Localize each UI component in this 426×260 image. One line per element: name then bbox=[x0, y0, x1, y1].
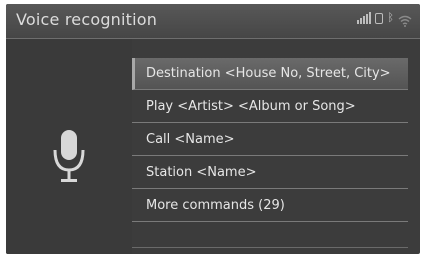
command-item-more-commands[interactable]: More commands (29) bbox=[132, 190, 408, 222]
command-label: Call <Name> bbox=[146, 132, 235, 147]
header-bar: Voice recognition ᛒ bbox=[6, 4, 420, 39]
command-item-destination[interactable]: Destination <House No, Street, City> bbox=[132, 58, 408, 90]
command-item-call[interactable]: Call <Name> bbox=[132, 124, 408, 156]
phone-battery-icon bbox=[375, 13, 384, 24]
voice-recognition-screen: Voice recognition ᛒ Destination <House N… bbox=[6, 4, 420, 254]
command-label: Destination <House No, Street, City> bbox=[146, 66, 391, 81]
command-label: Play <Artist> <Album or Song> bbox=[146, 99, 356, 114]
command-label: More commands (29) bbox=[146, 198, 285, 213]
microphone-panel bbox=[6, 39, 132, 254]
signal-icon bbox=[357, 12, 372, 24]
bluetooth-icon: ᛒ bbox=[387, 11, 394, 24]
command-item-station[interactable]: Station <Name> bbox=[132, 157, 408, 189]
status-area: ᛒ bbox=[357, 11, 412, 27]
command-label: Station <Name> bbox=[146, 165, 257, 180]
command-list: Destination <House No, Street, City> Pla… bbox=[132, 58, 408, 248]
wifi-icon bbox=[398, 12, 412, 27]
list-divider bbox=[132, 247, 408, 248]
page-title: Voice recognition bbox=[16, 10, 158, 29]
microphone-icon bbox=[52, 128, 86, 190]
command-item-play[interactable]: Play <Artist> <Album or Song> bbox=[132, 91, 408, 123]
